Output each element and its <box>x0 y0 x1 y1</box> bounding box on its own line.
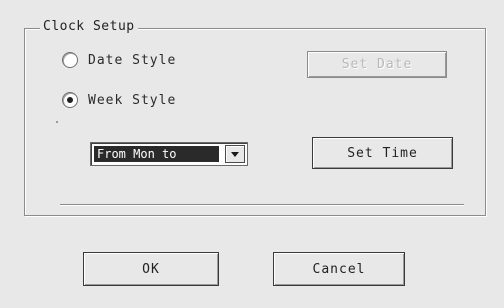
date-style-radio[interactable] <box>62 52 78 68</box>
week-style-radio[interactable] <box>62 92 78 108</box>
focus-mark <box>56 121 58 123</box>
dropdown-button[interactable] <box>225 145 245 163</box>
cancel-button[interactable]: Cancel <box>273 252 405 286</box>
group-title: Clock Setup <box>40 19 138 34</box>
group-divider <box>60 204 464 206</box>
clock-setup-dialog: Clock Setup Date Style Set Date Week Sty… <box>0 0 504 308</box>
week-range-value: From Mon to <box>94 146 219 162</box>
chevron-down-icon <box>231 151 239 157</box>
ok-button[interactable]: OK <box>83 252 219 286</box>
set-time-button[interactable]: Set Time <box>312 137 453 169</box>
week-range-select[interactable]: From Mon to <box>90 142 248 166</box>
week-style-radio-row[interactable]: Week Style <box>62 90 176 110</box>
date-style-radio-row[interactable]: Date Style <box>62 50 176 70</box>
date-style-label: Date Style <box>88 52 177 68</box>
set-date-button[interactable]: Set Date <box>307 51 447 78</box>
week-style-label: Week Style <box>88 92 177 108</box>
